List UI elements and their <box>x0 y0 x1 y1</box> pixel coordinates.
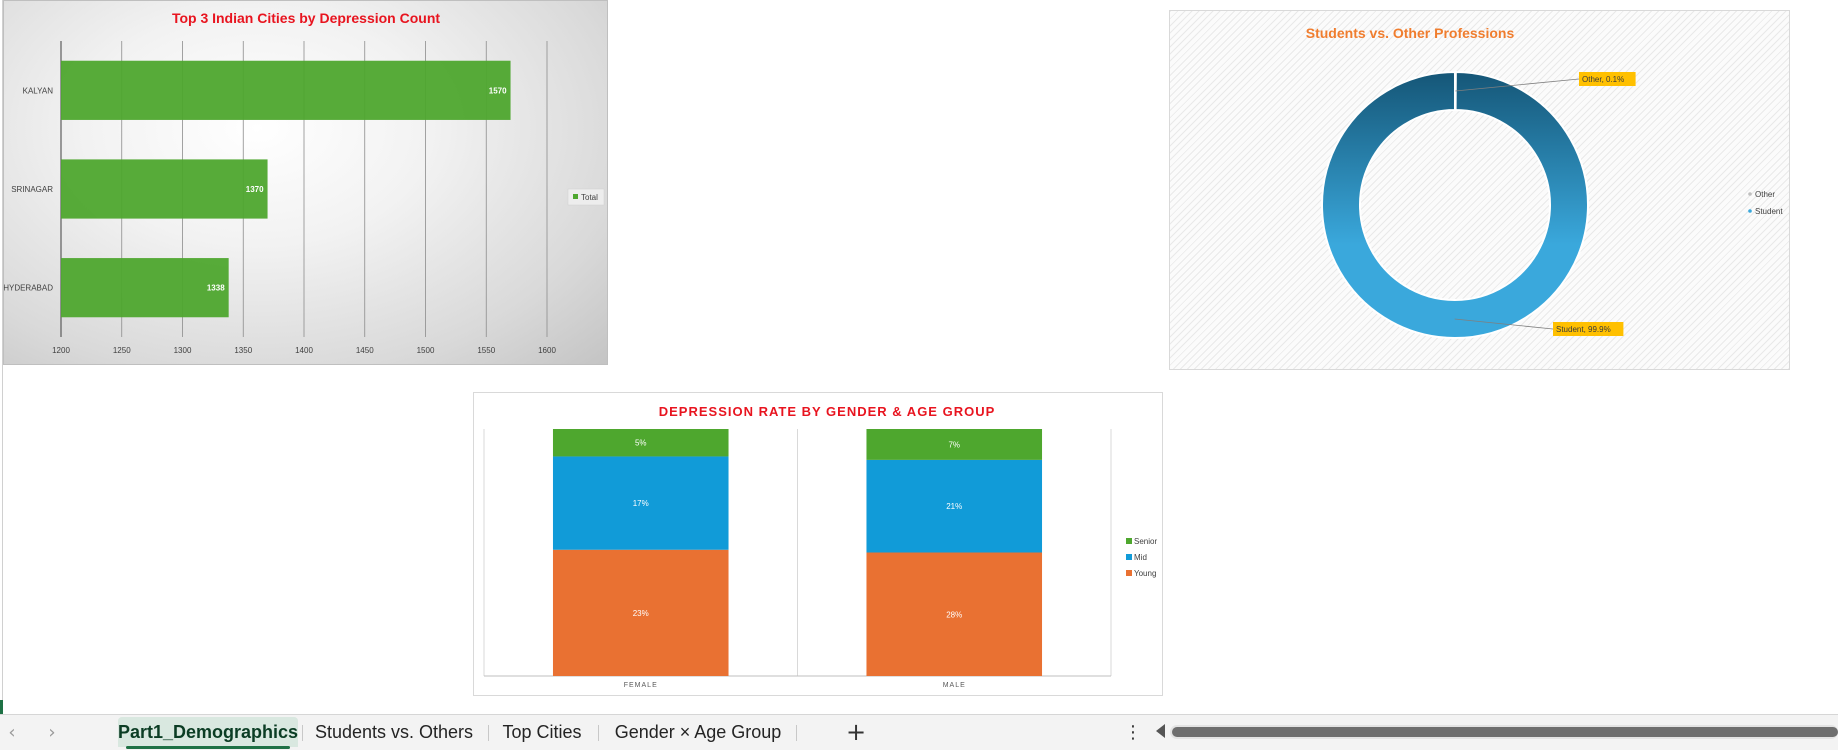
tab-divider <box>302 725 303 741</box>
data-label: 7% <box>948 440 960 449</box>
chevron-left-icon[interactable]: ‹ <box>2 723 22 743</box>
chart-title: Students vs. Other Professions <box>1306 25 1515 41</box>
legend-label: Other <box>1755 190 1775 199</box>
legend-label: Young <box>1134 569 1156 578</box>
bar <box>61 258 229 318</box>
chart-gender-age-group-canvas: DEPRESSION RATE BY GENDER & AGE GROUP 23%… <box>483 404 1157 689</box>
legend-label: Senior <box>1134 537 1157 546</box>
tab-divider <box>488 725 489 741</box>
data-label: 5% <box>635 439 647 448</box>
y-tick-label: KALYAN <box>23 86 54 95</box>
data-label: 21% <box>946 502 962 511</box>
sheet-tab-top-cities[interactable]: Top Cities <box>492 717 592 747</box>
data-label: 17% <box>633 499 649 508</box>
y-tick-label: SRINAGAR <box>11 185 53 194</box>
data-label: 1370 <box>246 185 264 194</box>
data-label: Other, 0.1% <box>1582 75 1624 84</box>
legend-swatch <box>1748 209 1752 213</box>
sheet-tab-gender-age-group[interactable]: Gender × Age Group <box>604 717 792 747</box>
plus-icon[interactable]: + <box>842 719 870 747</box>
y-tick-label: HYDERABAD <box>4 284 53 293</box>
x-tick-label: 1450 <box>356 346 374 355</box>
active-tab-underline <box>126 746 290 749</box>
donut-slice <box>1321 70 1589 339</box>
legend-swatch <box>573 194 578 199</box>
x-tick-label: 1400 <box>295 346 313 355</box>
worksheet-area[interactable]: Top 3 Indian Cities by Depression Count 1… <box>0 0 1838 714</box>
sheet-tab-bar: ‹ › Part1_Demographics Students vs. Othe… <box>0 714 1838 750</box>
chart-students-vs-professions[interactable]: Students vs. Other Professions Other, 0.1… <box>1169 10 1790 370</box>
chevron-right-icon[interactable]: › <box>42 723 62 743</box>
tab-divider <box>796 725 797 741</box>
legend-label: Total <box>581 193 598 202</box>
bar <box>61 159 268 219</box>
x-tick-label: 1250 <box>113 346 131 355</box>
chart-top-cities[interactable]: Top 3 Indian Cities by Depression Count 1… <box>3 0 608 365</box>
sheet-tab-part1-demographics[interactable]: Part1_Demographics <box>118 717 298 747</box>
legend-swatch <box>1748 192 1752 196</box>
horizontal-scrollbar-thumb[interactable] <box>1172 727 1838 737</box>
data-label: Student, 99.9% <box>1556 325 1611 334</box>
x-tick-label: MALE <box>943 682 966 689</box>
chart-gender-age-group[interactable]: DEPRESSION RATE BY GENDER & AGE GROUP 23%… <box>473 392 1163 696</box>
data-label: 1570 <box>489 86 507 95</box>
x-tick-label: 1200 <box>52 346 70 355</box>
x-tick-label: 1550 <box>477 346 495 355</box>
active-cell-indicator <box>0 700 3 714</box>
more-vertical-icon[interactable]: ⋮ <box>1124 721 1142 745</box>
tab-divider <box>598 725 599 741</box>
chart-title: DEPRESSION RATE BY GENDER & AGE GROUP <box>659 404 996 419</box>
bar <box>61 60 511 120</box>
legend-swatch <box>1126 554 1132 560</box>
data-label: 28% <box>946 610 962 619</box>
legend-label: Mid <box>1134 553 1147 562</box>
legend-label: Student <box>1755 207 1783 216</box>
data-label: 23% <box>633 609 649 618</box>
triangle-left-icon[interactable] <box>1156 724 1165 738</box>
x-tick-label: 1300 <box>174 346 192 355</box>
legend-swatch <box>1126 538 1132 544</box>
x-tick-label: FEMALE <box>624 682 658 689</box>
chart-students-vs-professions-canvas: Students vs. Other Professions Other, 0.1… <box>1306 25 1783 339</box>
x-tick-label: 1500 <box>417 346 435 355</box>
x-tick-label: 1600 <box>538 346 556 355</box>
chart-title: Top 3 Indian Cities by Depression Count <box>172 10 440 26</box>
legend-swatch <box>1126 570 1132 576</box>
chart-top-cities-canvas: Top 3 Indian Cities by Depression Count 1… <box>4 10 605 355</box>
data-label: 1338 <box>207 284 225 293</box>
sheet-tab-students-vs-others[interactable]: Students vs. Others <box>306 717 482 747</box>
x-tick-label: 1350 <box>234 346 252 355</box>
